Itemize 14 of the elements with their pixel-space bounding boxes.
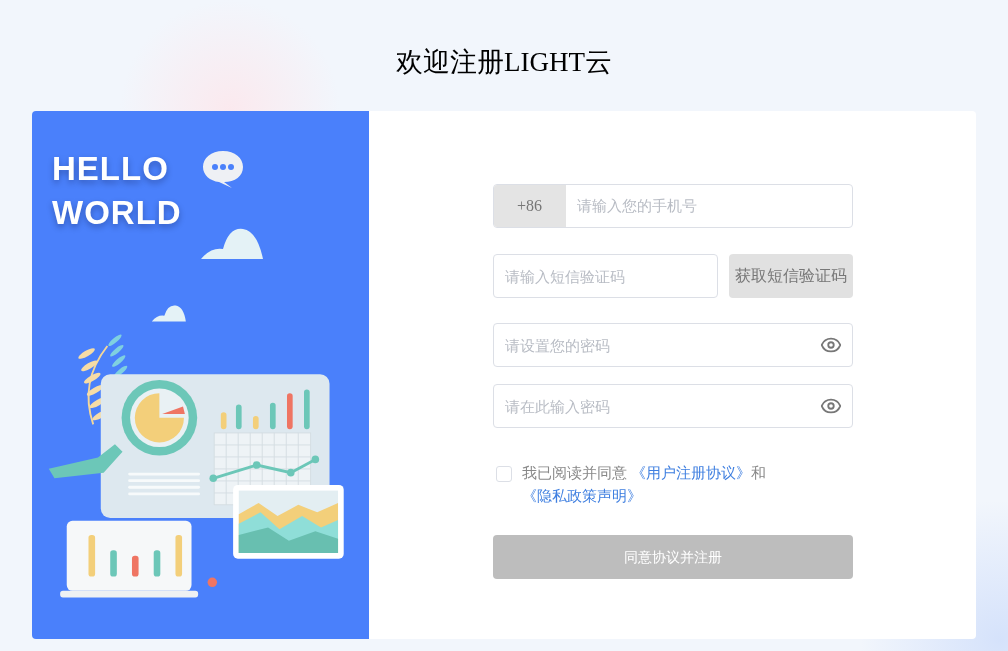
banner-heading: HELLO	[52, 149, 170, 189]
cloud-icon	[200, 227, 263, 259]
agreement-link[interactable]: 《隐私政策声明》	[521, 487, 642, 504]
agreement-text: 我已阅读并同意 《用户注册协议》和 《隐私政策声明》	[521, 463, 767, 506]
password-field[interactable]: 请在此输入密码	[492, 384, 853, 428]
agreement-checkbox[interactable]	[495, 466, 512, 482]
banner-heading: WORLD	[52, 193, 182, 233]
password-field[interactable]: 请设置您的密码	[492, 323, 853, 367]
page-title: 欢迎注册LIGHT云	[396, 46, 612, 79]
phone-field[interactable]: +86 请输入您的手机号	[492, 184, 853, 228]
speech-bubble-icon	[201, 149, 244, 189]
country-code[interactable]: +86	[493, 185, 566, 227]
cloud-drawing	[151, 305, 186, 322]
agreement-link[interactable]: 《用户注册协议》	[630, 464, 751, 481]
